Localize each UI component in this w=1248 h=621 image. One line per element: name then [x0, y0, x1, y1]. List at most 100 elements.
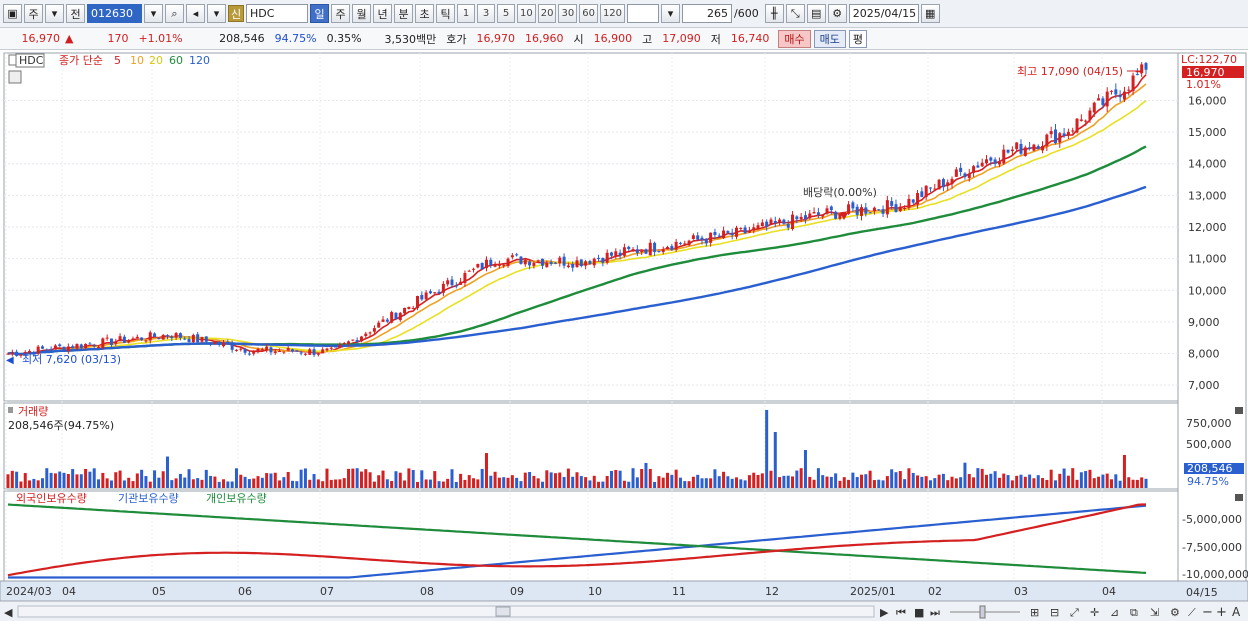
line-tool-icon[interactable]: ⤢: [1070, 606, 1079, 619]
scroll-left-icon[interactable]: ◀: [4, 606, 13, 619]
stop-icon[interactable]: ■: [914, 606, 924, 619]
font-size-icon[interactable]: A: [1232, 605, 1241, 619]
candle-body: [170, 336, 174, 339]
scroll-right-icon[interactable]: ▶: [880, 606, 889, 619]
period-tick-tab[interactable]: 틱: [436, 4, 455, 23]
price-tick-label: 15,000: [1188, 126, 1227, 139]
candle-body: [109, 338, 113, 345]
volume-bar: [1049, 469, 1053, 488]
volume-bar: [88, 471, 92, 488]
dividend-annotation: 배당락(0.00%): [803, 186, 877, 199]
zoom-out-icon[interactable]: ⟋: [1188, 606, 1196, 619]
candle-body: [769, 219, 773, 225]
save-icon[interactable]: ▤: [806, 4, 826, 23]
gear-icon[interactable]: ⚙: [827, 4, 847, 23]
period-day-tab[interactable]: 일: [310, 4, 329, 23]
interval-3[interactable]: 3: [477, 4, 495, 23]
speaker-icon[interactable]: ◂: [186, 4, 205, 23]
volume-bar: [579, 476, 583, 488]
interval-20[interactable]: 20: [537, 4, 557, 23]
stock-name-input[interactable]: HDC: [246, 4, 308, 23]
crosshair-icon[interactable]: ✛: [1090, 606, 1099, 619]
interval-120[interactable]: 120: [599, 4, 626, 23]
layout-icon[interactable]: ⊞: [1030, 606, 1039, 619]
scroll-thumb[interactable]: [495, 606, 511, 617]
candle-body: [489, 259, 493, 266]
minus-icon[interactable]: −: [1202, 605, 1213, 620]
period-second-tab[interactable]: 초: [415, 4, 434, 23]
window-icon[interactable]: ▣: [3, 4, 22, 23]
chart-area[interactable]: 16,000 15,000 14,000 13,000 12,000 11,000 10,0…: [0, 51, 1248, 602]
volume-bar: [269, 473, 273, 488]
volume-bar: [752, 472, 756, 488]
volume-bar: [1079, 472, 1083, 488]
volume-bar: [355, 468, 359, 488]
candle-body: [571, 264, 575, 268]
candle-body: [545, 262, 549, 268]
copy-icon[interactable]: ⧉: [1130, 606, 1138, 619]
volume-bar: [484, 453, 488, 488]
stock-chart-svg[interactable]: 16,000 15,000 14,000 13,000 12,000 11,000 10,0…: [0, 51, 1248, 602]
zoom-slider-thumb[interactable]: [979, 605, 986, 619]
draw-line-icon[interactable]: ⤡: [785, 4, 805, 23]
data-count-input[interactable]: 265: [682, 4, 733, 23]
volume-bar: [666, 472, 670, 488]
volume-bar: [635, 477, 639, 488]
candle-body: [989, 157, 993, 161]
custom-interval-input[interactable]: [627, 4, 660, 23]
volume-bar: [778, 477, 782, 488]
volume-bar: [1135, 479, 1139, 488]
volume-bar: [907, 468, 911, 488]
candle-body: [734, 227, 738, 237]
candle-body: [114, 341, 118, 344]
scroll-bar[interactable]: ◀ ▶ ⏮ ■ ⏭ ⊞ ⊟ ⤢ ✛ ⊿ ⧉ ⇲ ⚙ ⟋ − + A: [0, 601, 1248, 621]
candle-body: [411, 308, 415, 310]
type-select[interactable]: 주: [24, 4, 43, 23]
settings-icon[interactable]: ⚙: [1170, 606, 1180, 619]
x-tick-label: 11: [672, 585, 686, 598]
interval-10[interactable]: 10: [517, 4, 536, 23]
candle-body: [1041, 145, 1045, 151]
scroll-track[interactable]: [17, 605, 875, 618]
prev-button[interactable]: 전: [66, 4, 85, 23]
interval-30[interactable]: 30: [558, 4, 578, 23]
measure-icon[interactable]: ⊿: [1110, 606, 1119, 619]
dropdown-arrow-icon[interactable]: ▾: [45, 4, 64, 23]
search-icon[interactable]: ⌕: [165, 4, 184, 23]
export-icon[interactable]: ⇲: [1150, 606, 1159, 619]
rewind-icon[interactable]: ⏮: [896, 606, 906, 619]
interval-1[interactable]: 1: [457, 4, 475, 23]
speaker-dropdown-icon[interactable]: ▾: [207, 4, 226, 23]
candle-body: [864, 207, 868, 214]
ma-legend-120: 120: [189, 54, 210, 67]
interval-5[interactable]: 5: [497, 4, 515, 23]
split-icon[interactable]: ⊟: [1050, 606, 1059, 619]
volume-bar: [997, 477, 1001, 488]
interval-60[interactable]: 60: [579, 4, 598, 23]
candle-body: [842, 212, 846, 214]
period-month-tab[interactable]: 월: [352, 4, 371, 23]
volume-bar: [385, 479, 389, 488]
sell-button[interactable]: 매도: [813, 29, 846, 48]
plus-icon[interactable]: +: [1216, 605, 1227, 620]
candle-body: [657, 251, 661, 253]
interval-dropdown-icon[interactable]: ▾: [661, 4, 681, 23]
calendar-icon[interactable]: ▦: [920, 4, 940, 23]
volume-bar: [1023, 476, 1027, 488]
candle-icon[interactable]: ╫: [764, 4, 784, 23]
period-year-tab[interactable]: 년: [373, 4, 392, 23]
x-tick-label: 2025/01: [850, 585, 896, 598]
average-button[interactable]: 평: [848, 29, 868, 48]
date-input[interactable]: 2025/04/15: [848, 4, 919, 23]
candle-body: [959, 167, 963, 172]
forward-icon[interactable]: ⏭: [930, 606, 940, 619]
candle-body: [45, 349, 49, 351]
candle-body: [963, 173, 967, 177]
period-minute-tab[interactable]: 분: [394, 4, 413, 23]
code-dropdown-icon[interactable]: ▾: [144, 4, 163, 23]
stock-code-input[interactable]: 012630: [87, 4, 142, 23]
volume-bar: [334, 479, 338, 488]
period-week-tab[interactable]: 주: [331, 4, 350, 23]
volume-bar: [614, 469, 618, 488]
buy-button[interactable]: 매수: [778, 29, 811, 48]
